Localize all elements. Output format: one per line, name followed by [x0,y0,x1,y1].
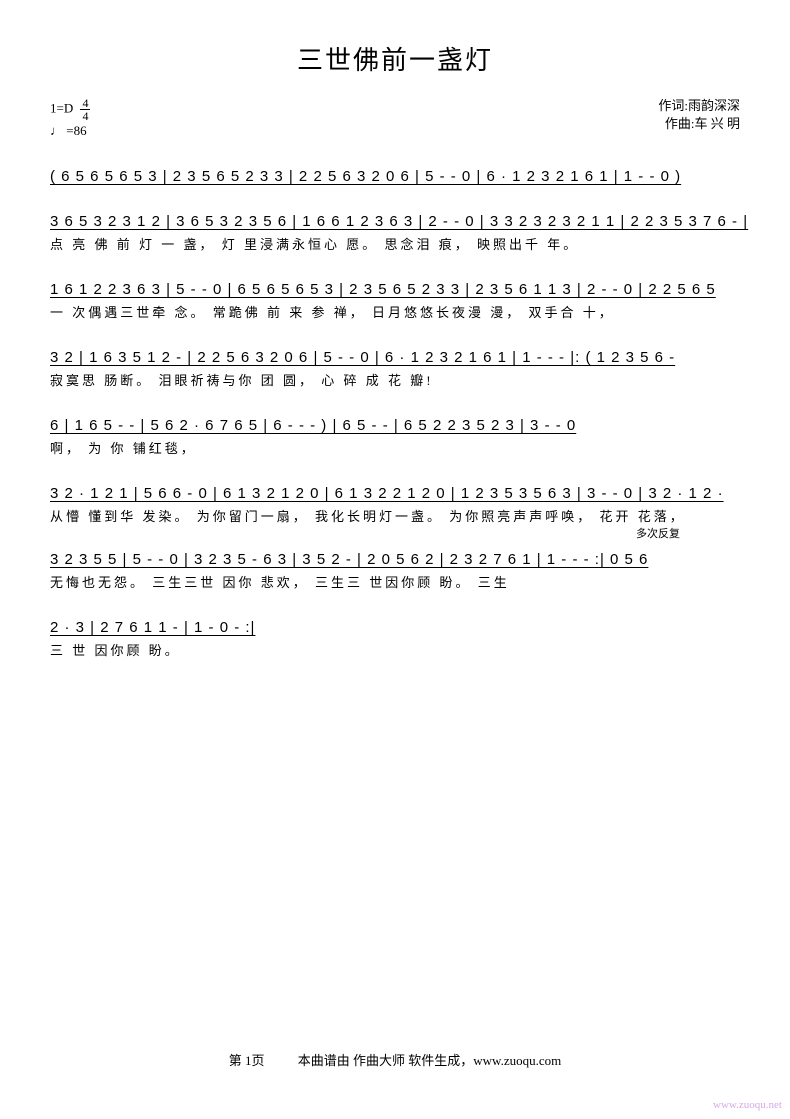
lyrics-line: 点 亮 佛 前 灯 一 盏， 灯 里浸满永恒心 愿。 思念泪 痕， 映照出千 年… [50,234,740,253]
score-line: 3 2 | 1 6 3 5 1 2 - | 2 2 5 6 3 2 0 6 | … [50,349,740,366]
meta-right: 作词:雨韵深深 作曲:车 兴 明 [658,97,740,140]
lyrics-line: 从懵 懂到华 发染。 为你留门一扇， 我化长明灯一盏。 为你照亮声声呼唤， 花开… [50,506,740,525]
lyrics-line: 无悔也无怨。 三生三世 因你 悲欢， 三生三 世因你顾 盼。 三生 [50,572,740,591]
timesig-bot: 4 [80,110,90,122]
intro-notation: ( 6 5 6 5 6 5 3 | 2 3 5 6 5 2 3 3 | 2 2 … [50,168,740,185]
meta-row: 1=D 4 4 ♩ =86 作词:雨韵深深 作曲:车 兴 明 [50,97,740,140]
score-page: 三世佛前一盏灯 1=D 4 4 ♩ =86 作词:雨韵深深 作曲:车 兴 明 (… [0,0,790,659]
score-line: 6 | 1 6 5 - - | 5 6 2 · 6 7 6 5 | 6 - - … [50,417,740,434]
page-number: 第 1页 [229,1053,265,1068]
lyrics-line: 一 次偶遇三世牵 念。 常跪佛 前 来 参 禅， 日月悠悠长夜漫 漫， 双手合 … [50,302,740,321]
lyricist-credit: 作词:雨韵深深 [658,98,740,113]
score-line: 1 6 1 2 2 3 6 3 | 5 - - 0 | 6 5 6 5 6 5 … [50,281,740,298]
lyrics-line: 寂寞思 肠断。 泪眼祈祷与你 团 圆， 心 碎 成 花 瓣! [50,370,740,389]
song-title: 三世佛前一盏灯 [50,40,740,77]
tempo-mark: ♩ =86 [50,123,87,138]
composer-credit: 作曲:车 兴 明 [665,116,740,131]
generator-note: 本曲谱由 作曲大师 软件生成，www.zuoqu.com [298,1053,561,1068]
page-footer: 第 1页 本曲谱由 作曲大师 软件生成，www.zuoqu.com [0,1050,790,1069]
score-line: 3 2 · 1 2 1 | 5 6 6 - 0 | 6 1 3 2 1 2 0 … [50,485,740,502]
lyrics-line: 啊， 为 你 铺红毯， [50,438,740,457]
repeat-annotation: 多次反复 [50,525,740,541]
key-signature: 1=D [50,100,73,115]
lyrics-line: 三 世 因你顾 盼。 [50,640,740,659]
meta-left: 1=D 4 4 ♩ =86 [50,97,90,140]
score-line: 2 · 3 | 2 7 6 1 1 - | 1 - 0 - :| [50,619,740,636]
watermark: www.zuoqu.net [713,1099,782,1111]
score-line: 3 6 5 3 2 3 1 2 | 3 6 5 3 2 3 5 6 | 1 6 … [50,213,740,230]
score-line: 3 2 3 5 5 | 5 - - 0 | 3 2 3 5 - 6 3 | 3 … [50,551,740,568]
